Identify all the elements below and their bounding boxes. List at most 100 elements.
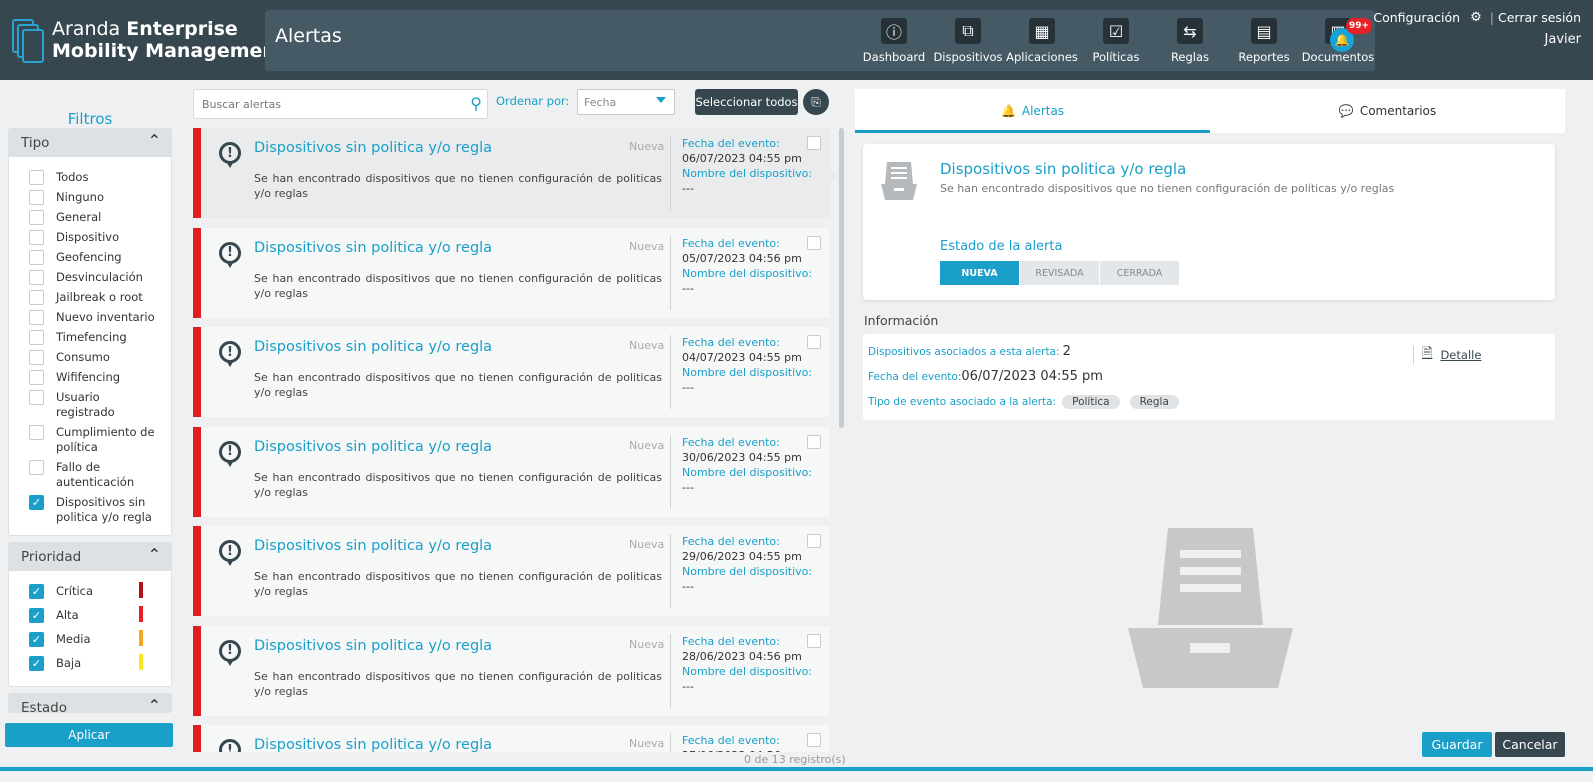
checkbox[interactable] — [29, 330, 44, 345]
alert-title[interactable]: Dispositivos sin politica y/o regla — [254, 737, 492, 752]
checkbox[interactable] — [29, 290, 44, 305]
alert-checkbox[interactable] — [807, 534, 821, 548]
filter-header-tipo[interactable]: Tipo ⌃ — [9, 129, 171, 157]
order-select[interactable]: Fecha — [577, 89, 675, 115]
alert-card[interactable]: ! Dispositivos sin politica y/o regla Nuev… — [193, 227, 829, 318]
checkbox[interactable]: ✓ — [29, 584, 44, 599]
nav-item-políticas[interactable]: ☑ Políticas — [1079, 10, 1153, 71]
state-revisada-button[interactable]: REVISADA — [1020, 261, 1099, 285]
checkbox[interactable] — [29, 270, 44, 285]
nav-item-aplicaciones[interactable]: ▦ Aplicaciones — [1005, 10, 1079, 71]
filter-option[interactable]: Usuario registrado — [9, 390, 159, 420]
checkbox[interactable]: ✓ — [29, 608, 44, 623]
state-nueva-button[interactable]: NUEVA — [940, 261, 1019, 285]
filter-option[interactable]: Dispositivo — [9, 230, 159, 245]
checkbox[interactable]: ✓ — [29, 495, 44, 510]
config-link[interactable]: Configuración — [1373, 10, 1460, 25]
filter-option[interactable]: ✓ Dispositivos sin politica y/o regla — [9, 495, 159, 525]
filter-option[interactable]: General — [9, 210, 159, 225]
checkbox[interactable] — [29, 425, 44, 440]
alert-checkbox[interactable] — [807, 434, 821, 449]
filter-option[interactable]: Nuevo inventario — [9, 310, 159, 325]
logout-link[interactable]: Cerrar sesión — [1498, 10, 1581, 25]
alert-card[interactable]: ! Dispositivos sin politica y/o regla Nuev… — [193, 526, 829, 616]
alert-status: Nueva — [629, 140, 665, 153]
checkbox[interactable]: ✓ — [29, 656, 44, 671]
filter-option[interactable]: Consumo — [9, 350, 159, 365]
filter-header-prioridad[interactable]: Prioridad ⌃ — [9, 543, 171, 571]
tab-comentarios[interactable]: 💬 Comentarios — [1210, 89, 1565, 133]
alert-card[interactable]: ! Dispositivos sin politica y/o regla Nuev… — [193, 128, 829, 218]
filter-option[interactable]: Desvinculación — [9, 270, 159, 285]
alert-title[interactable]: Dispositivos sin politica y/o regla — [254, 240, 492, 256]
priority-option[interactable]: ✓ Media — [9, 630, 171, 647]
export-icon[interactable]: ⎘ — [803, 89, 829, 115]
filter-option[interactable]: Wififencing — [9, 370, 159, 385]
chevron-up-icon[interactable]: ⌃ — [148, 131, 161, 150]
alert-status: Nueva — [629, 737, 665, 750]
checkbox[interactable] — [29, 190, 44, 205]
priority-option[interactable]: ✓ Baja — [9, 654, 171, 671]
app-header: Aranda Enterprise Mobility Management Al… — [0, 0, 1593, 80]
checkbox[interactable]: ✓ — [29, 632, 44, 647]
cancel-button[interactable]: Cancelar — [1495, 732, 1565, 757]
detail-link[interactable]: 🗎 Detalle — [1413, 344, 1481, 366]
checkbox[interactable] — [29, 210, 44, 225]
tab-alertas[interactable]: 🔔 Alertas — [855, 89, 1210, 133]
alert-checkbox[interactable] — [807, 733, 821, 747]
checkbox[interactable] — [29, 170, 44, 185]
alert-card[interactable]: ! Dispositivos sin politica y/o regla Nuev… — [193, 327, 829, 417]
alert-meta: Fecha del evento: 04/07/2023 04:55 pm Nomb… — [682, 335, 812, 395]
save-button[interactable]: Guardar — [1422, 732, 1492, 757]
alert-title[interactable]: Dispositivos sin politica y/o regla — [254, 439, 492, 455]
detail-description: Se han encontrado dispositivos que no ti… — [940, 182, 1395, 195]
filter-option[interactable]: Geofencing — [9, 250, 159, 265]
chevron-up-icon[interactable]: ⌃ — [148, 696, 161, 712]
filter-header-estado[interactable]: Estado ⌃ — [9, 694, 171, 712]
checkbox[interactable] — [29, 310, 44, 325]
alert-card[interactable]: ! Dispositivos sin politica y/o regla Nuev… — [193, 426, 829, 517]
alert-checkbox[interactable] — [807, 235, 821, 250]
checkbox[interactable] — [29, 390, 44, 405]
alert-title[interactable]: Dispositivos sin politica y/o regla — [254, 538, 492, 554]
chevron-up-icon[interactable]: ⌃ — [148, 545, 161, 564]
select-all-button[interactable]: Seleccionar todos — [695, 89, 798, 115]
alert-title[interactable]: Dispositivos sin politica y/o regla — [254, 140, 492, 156]
filter-option[interactable]: Ninguno — [9, 190, 159, 205]
alert-title[interactable]: Dispositivos sin politica y/o regla — [254, 339, 492, 355]
gear-icon[interactable]: ⚙ — [1470, 10, 1482, 25]
checkbox[interactable] — [29, 350, 44, 365]
checkbox[interactable] — [29, 250, 44, 265]
apply-button[interactable]: Aplicar — [5, 723, 173, 747]
state-cerrada-button[interactable]: CERRADA — [1100, 261, 1179, 285]
filter-option[interactable]: Jailbreak o root — [9, 290, 159, 305]
alert-checkbox[interactable] — [807, 335, 821, 349]
filter-option[interactable]: Timefencing — [9, 330, 159, 345]
detail-title: Dispositivos sin politica y/o regla — [940, 160, 1187, 178]
nav-item-dispositivos[interactable]: ⧉ Dispositivos — [931, 10, 1005, 71]
divider — [670, 136, 671, 210]
priority-option[interactable]: ✓ Alta — [9, 606, 171, 623]
brand-logo[interactable]: Aranda Enterprise Mobility Management — [10, 14, 285, 66]
checkbox[interactable] — [29, 370, 44, 385]
search-icon[interactable]: ⚲ — [470, 94, 482, 113]
filter-option[interactable]: Fallo de autenticación — [9, 460, 159, 490]
alert-card[interactable]: ! Dispositivos sin politica y/o regla Nuev… — [193, 725, 829, 752]
checkbox[interactable] — [29, 230, 44, 245]
nav-item-dashboard[interactable]: ⓘ Dashboard — [857, 10, 931, 71]
user-name[interactable]: Javier — [1545, 32, 1581, 47]
nav-item-reglas[interactable]: ⇆ Reglas — [1153, 10, 1227, 71]
alert-card[interactable]: ! Dispositivos sin politica y/o regla Nuev… — [193, 625, 829, 716]
priority-label: Media — [56, 632, 91, 646]
alert-checkbox[interactable] — [807, 633, 821, 648]
priority-option[interactable]: ✓ Crítica — [9, 582, 171, 599]
filter-option[interactable]: Todos — [9, 170, 159, 185]
nav-item-reportes[interactable]: ▤ Reportes — [1227, 10, 1301, 71]
search-input[interactable] — [194, 90, 454, 118]
list-scrollbar[interactable] — [839, 128, 844, 428]
date-label: Fecha del evento: — [682, 634, 780, 648]
filter-option[interactable]: Cumplimiento de política — [9, 425, 159, 455]
checkbox[interactable] — [29, 460, 44, 475]
alert-checkbox[interactable] — [807, 136, 821, 150]
alert-title[interactable]: Dispositivos sin politica y/o regla — [254, 638, 492, 654]
